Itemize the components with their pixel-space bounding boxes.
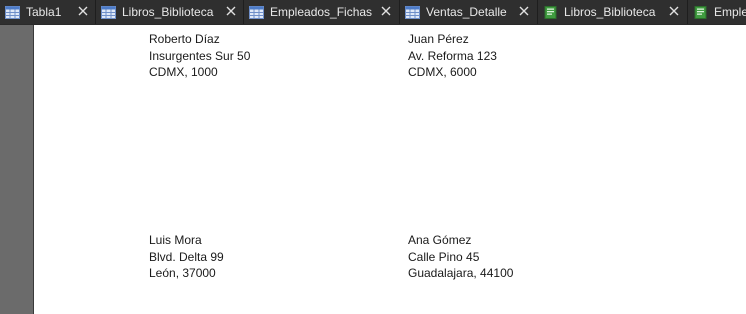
report-page: Roberto Díaz Insurgentes Sur 50 CDMX, 10… bbox=[34, 25, 746, 314]
tab-label: Ventas_Detalle bbox=[426, 5, 507, 19]
close-icon[interactable] bbox=[224, 4, 238, 18]
close-icon[interactable] bbox=[667, 4, 681, 18]
label-name: Ana Gómez bbox=[408, 233, 472, 247]
tab-label: Empleados_Fichas bbox=[270, 5, 373, 19]
mailing-label: Ana Gómez Calle Pino 45 Guadalajara, 441… bbox=[408, 232, 513, 282]
mailing-label: Juan Pérez Av. Reforma 123 CDMX, 6000 bbox=[408, 31, 497, 81]
tab-label: Libros_Biblioteca bbox=[122, 5, 214, 19]
label-name: Juan Pérez bbox=[408, 32, 469, 46]
tab-empleados-report[interactable]: Emple bbox=[688, 0, 746, 24]
tab-label: Emple bbox=[714, 5, 746, 19]
tab-libros-biblioteca-report[interactable]: Libros_Biblioteca bbox=[538, 0, 688, 24]
report-icon bbox=[544, 5, 557, 19]
close-icon[interactable] bbox=[76, 4, 90, 18]
tab-ventas-detalle[interactable]: Ventas_Detalle bbox=[400, 0, 538, 24]
label-street: Blvd. Delta 99 bbox=[149, 249, 224, 264]
label-street: Av. Reforma 123 bbox=[408, 48, 497, 63]
table-icon bbox=[249, 5, 264, 19]
table-icon bbox=[5, 5, 20, 19]
left-margin bbox=[0, 25, 34, 314]
label-city: CDMX, 6000 bbox=[408, 65, 477, 79]
table-icon bbox=[405, 5, 420, 19]
close-icon[interactable] bbox=[379, 4, 393, 18]
tab-empleados-fichas[interactable]: Empleados_Fichas bbox=[244, 0, 400, 24]
mailing-label: Luis Mora Blvd. Delta 99 León, 37000 bbox=[149, 232, 224, 282]
tab-label: Libros_Biblioteca bbox=[564, 5, 656, 19]
label-street: Calle Pino 45 bbox=[408, 249, 480, 264]
tab-label: Tabla1 bbox=[26, 5, 62, 19]
table-icon bbox=[101, 5, 116, 19]
label-city: León, 37000 bbox=[149, 266, 216, 280]
label-name: Luis Mora bbox=[149, 233, 202, 247]
report-icon bbox=[694, 5, 707, 19]
label-street: Insurgentes Sur 50 bbox=[149, 48, 251, 63]
tab-tabla1[interactable]: Tabla1 bbox=[0, 0, 96, 24]
label-city: CDMX, 1000 bbox=[149, 65, 218, 79]
tab-libros-biblioteca-table[interactable]: Libros_Biblioteca bbox=[96, 0, 244, 24]
document-tab-bar: Tabla1 Libros_Biblioteca Empleados_Ficha… bbox=[0, 0, 746, 25]
close-icon[interactable] bbox=[517, 4, 531, 18]
label-city: Guadalajara, 44100 bbox=[408, 266, 514, 280]
label-name: Roberto Díaz bbox=[149, 32, 220, 46]
mailing-label: Roberto Díaz Insurgentes Sur 50 CDMX, 10… bbox=[149, 31, 250, 81]
